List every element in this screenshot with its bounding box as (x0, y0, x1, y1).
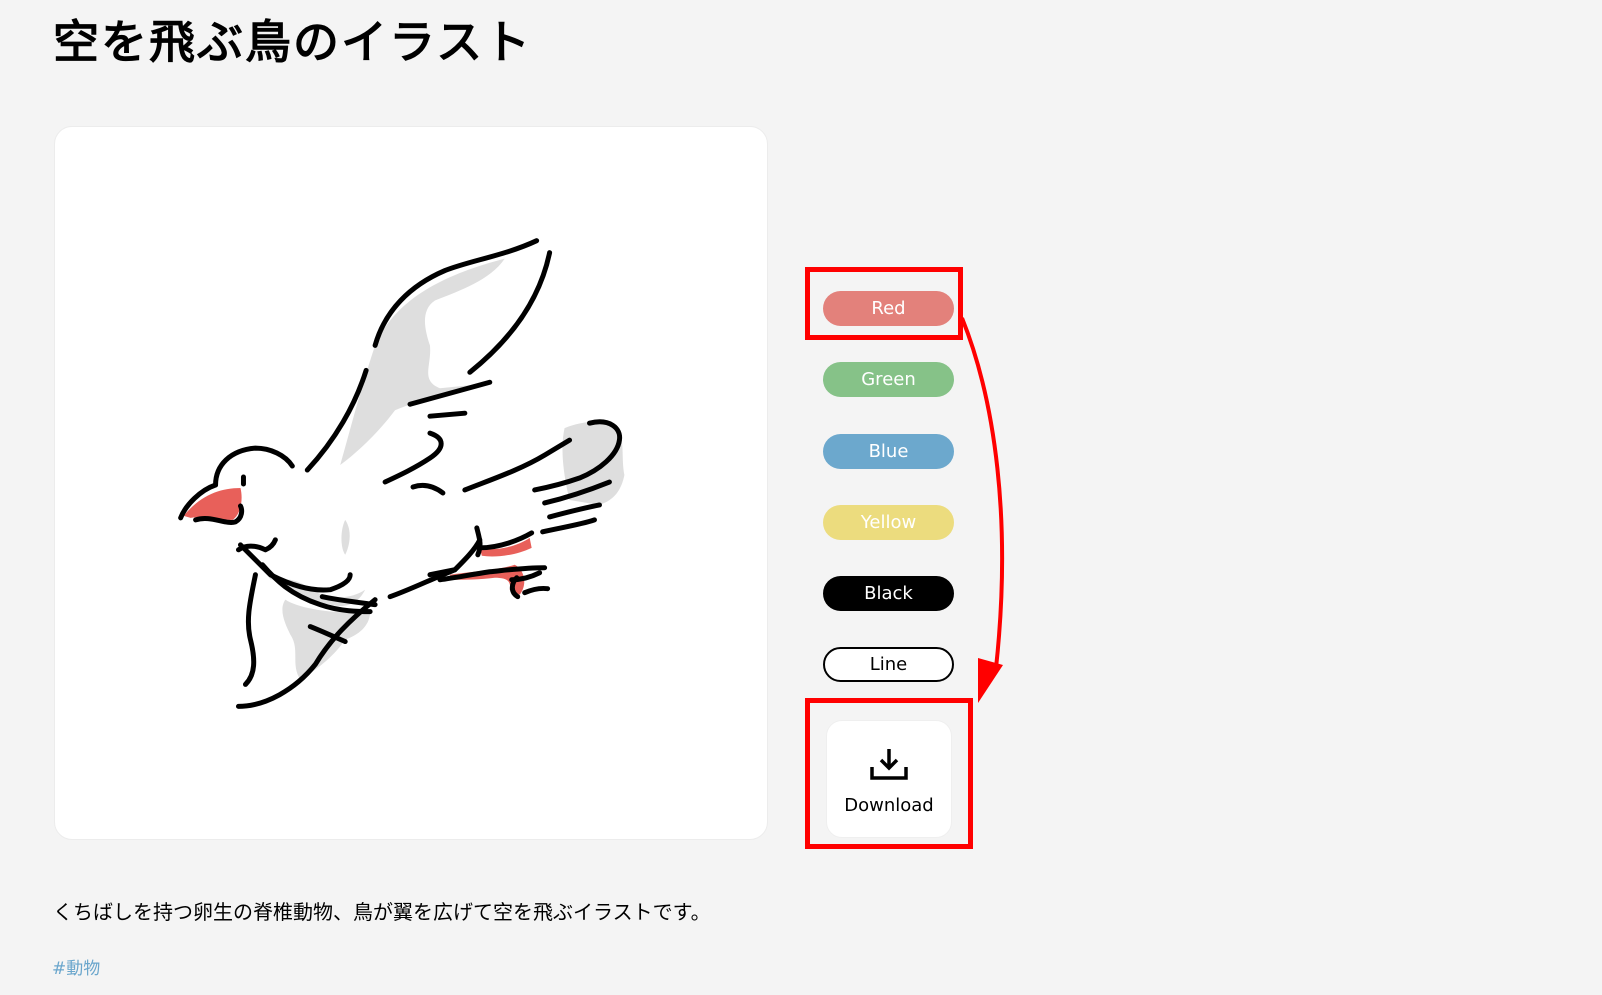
color-option-green[interactable]: Green (823, 362, 954, 397)
color-option-black[interactable]: Black (823, 576, 954, 611)
color-option-line[interactable]: Line (823, 647, 954, 682)
color-option-blue[interactable]: Blue (823, 434, 954, 469)
illustration-card (54, 126, 768, 840)
illustration-description: くちばしを持つ卵生の脊椎動物、鳥が翼を広げて空を飛ぶイラストです。 (53, 900, 711, 924)
download-label: Download (844, 794, 934, 816)
download-button[interactable]: Download (826, 720, 952, 838)
page-title: 空を飛ぶ鳥のイラスト (53, 15, 533, 69)
color-option-red[interactable]: Red (823, 291, 954, 326)
bird-shading (262, 258, 625, 680)
color-option-yellow[interactable]: Yellow (823, 505, 954, 540)
bird-illustration (178, 238, 625, 709)
tag-link[interactable]: #動物 (52, 954, 100, 979)
download-icon (870, 748, 908, 780)
